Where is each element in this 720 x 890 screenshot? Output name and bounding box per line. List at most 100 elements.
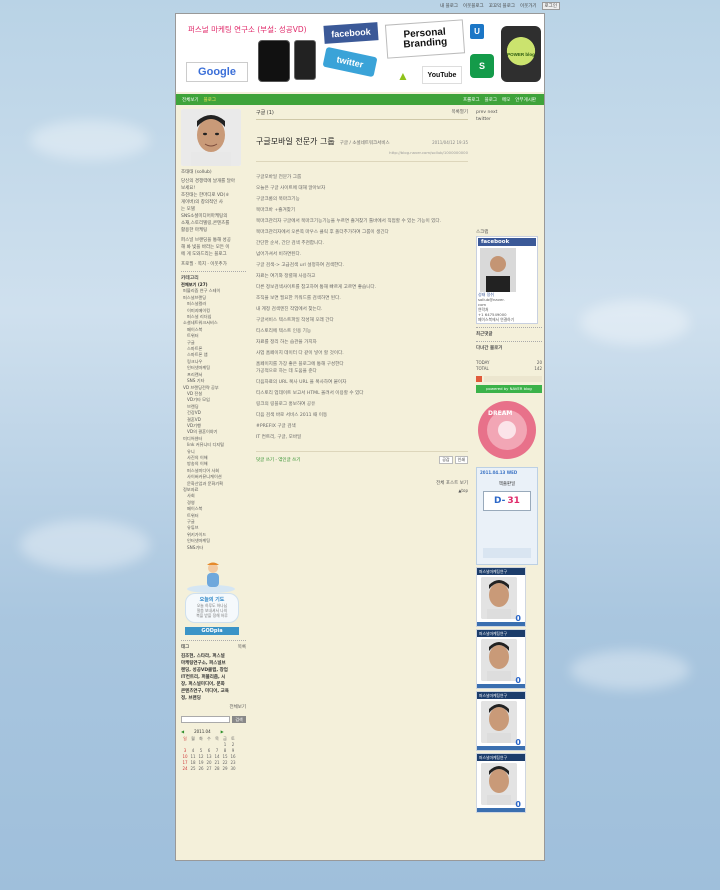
dream-widget: DREAM (476, 399, 538, 461)
dday-date: 2011.04.13 WED (480, 470, 518, 475)
post-paragraph: 내 계정 검색엔진 작업에서 찾는다. (256, 307, 323, 312)
login-button[interactable]: 로그인 (541, 1, 560, 10)
nav-blog[interactable]: 블로그 (204, 97, 216, 103)
scrap-button[interactable]: 공감 (439, 456, 453, 464)
nav-memo[interactable]: 메모 (502, 97, 510, 103)
nav-blog-right[interactable]: 블로그 (485, 97, 497, 103)
total-count: 142 (534, 366, 542, 371)
prayer-widget: 오늘의 기도 오늘 하루도 하나님 말씀 보내셔서 나의 복을 받을 정해 하루… (181, 559, 241, 637)
post-paragraph: 사업 홈페이지 데이터 다 같이 넣어 할 것이다. (256, 351, 344, 356)
dream-text: DREAM (488, 410, 512, 417)
post-title: 구글모바일 전문가 그룹 (256, 137, 335, 146)
personal-marketing-banner[interactable]: 퍼스널마케팅연구 0 (476, 753, 526, 813)
other-blog-link[interactable]: 꼬꼬익 블로그 (489, 3, 515, 9)
tag-line[interactable]: 마케팅연구소, 퍼스널브 (181, 660, 246, 667)
tags-more-link[interactable]: 목록 (238, 644, 246, 651)
facebook-badge-title[interactable]: facebook (478, 238, 536, 246)
main-content: 구글 (1) 목록열기 구글모바일 전문가 그룹 구글 / 소셜네트워크서비스 … (256, 109, 468, 493)
post-category[interactable]: 구글 (256, 110, 265, 116)
twitter-link[interactable]: twitter (476, 116, 542, 123)
nav-prologue[interactable]: 프롤로그 (463, 97, 480, 103)
personal-marketing-banner[interactable]: 퍼스널마케팅연구 0 (476, 691, 526, 751)
banner-photo (481, 577, 517, 619)
profile-name[interactable]: 조태태 (sollub) (181, 169, 246, 176)
facebook-meta[interactable]: 페이스북에서 연결하기 (478, 317, 536, 322)
blog-title[interactable]: 퍼스널 마케팅 연구소 (부설: 성공VD) (188, 24, 307, 35)
personal-marketing-banner[interactable]: 퍼스널마케팅연구 0 (476, 567, 526, 627)
calendar-prev-icon[interactable]: ◀ (181, 729, 184, 734)
calendar-date[interactable]: 24 (181, 766, 189, 772)
calendar-date[interactable]: 26 (197, 766, 205, 772)
prev-next[interactable]: prev next (476, 109, 542, 116)
android-logo: ▲ (394, 66, 412, 86)
calendar-date[interactable]: 25 (189, 766, 197, 772)
banner-footer (477, 684, 525, 688)
cloud (570, 650, 690, 690)
neighbor-blog-link[interactable]: 이웃블로그 (463, 3, 484, 9)
phone-image (294, 40, 316, 80)
search-input[interactable] (181, 716, 230, 724)
calendar-date[interactable]: 30 (229, 766, 237, 772)
neighbor-go-link[interactable]: 이웃가기 (520, 3, 537, 9)
stat-icons (476, 376, 542, 382)
banner-list: 퍼스널마케팅연구 0 퍼스널마케팅연구 0 퍼스널마케팅연구 0 퍼스널마케팅연구 0 (476, 567, 542, 813)
left-sidebar: 조태태 (sollub) 당신의 경쟁력에 날개를 달아 보세요! 조진태는 한… (181, 109, 246, 772)
top-utility-bar: 내 블로그 이웃블로그 꼬꼬익 블로그 이웃가기 로그인 (440, 1, 560, 10)
tag-line[interactable]: 장, 퍼스널미디어, 문화 (181, 681, 246, 688)
search-button[interactable]: 검색 (232, 716, 246, 724)
neighbors-title: 다녀간 블로거 (476, 346, 503, 351)
calendar-next-icon[interactable]: ▶ (221, 729, 224, 734)
view-all-posts-link[interactable]: 전체 포스트 보기 (256, 480, 468, 486)
nav-all-posts[interactable]: 전체보기 (182, 97, 199, 103)
tag-line[interactable]: 정, 브랜딩 (181, 695, 246, 702)
calendar-date[interactable]: 28 (213, 766, 221, 772)
post-url[interactable]: http://blog.naver.com/sollub/1000000000 (256, 150, 468, 155)
bio-line: 에 게 도와드리는 블로그 (181, 252, 227, 257)
godpia-button[interactable]: GODpia (185, 627, 239, 636)
bio-line: 는 모델 (181, 207, 195, 212)
post-paragraph: 구글 검색-> 고급검색 url 설정하여 검색한다. (256, 263, 344, 268)
post-category-path[interactable]: 구글 / 소셜네트워크서비스 (340, 140, 390, 146)
comment-link[interactable]: 덧글 쓰기 (256, 458, 274, 463)
nav-guestbook[interactable]: 안부게시판 (515, 97, 536, 103)
bio-line: 활용한 마케팅 (181, 228, 208, 233)
tags-title: 태그 (181, 645, 190, 651)
bio-line: 해 봐 빛을 바라는 모든 이 (181, 245, 230, 250)
tag-line[interactable]: 김조현, 스타라, 퍼스널 (181, 653, 246, 660)
cloud (20, 520, 150, 570)
banner-footer (477, 622, 525, 626)
tag-line[interactable]: IT컨트리, 퍼블리즘, 시 (181, 674, 246, 681)
category-list: 전체보기 (27) 퍼블리즘 연구 스테이 퍼스널브랜딩 퍼스널컬러 이미지메이킹 퍼스널… (181, 282, 246, 551)
post-paragraph: 자료를 정리 하는 습관을 가지자 (256, 340, 317, 345)
post-date: 2011/04/12 19:35 (432, 140, 468, 145)
dday-widget: 2011.04.13 WED 책출판일 D- 31 (476, 467, 538, 565)
rss-icon[interactable] (476, 376, 482, 382)
banner-footer (477, 808, 525, 812)
blog-nav: 전체보기 블로그 프롤로그 블로그 메모 안부게시판 (176, 94, 544, 105)
post-category-count: (1) (266, 110, 274, 116)
my-blog-link[interactable]: 내 블로그 (440, 3, 458, 9)
total-label: TOTAL (476, 366, 489, 371)
post-paragraph: 북마크바 +즐겨찾기 (256, 208, 296, 213)
tag-line[interactable]: 랜딩, 성공VD클럽, 창업 (181, 667, 246, 674)
profile-links[interactable]: 프로필 · 쪽지 · 이웃추가 (181, 261, 246, 268)
powered-by-naver-badge[interactable]: powered by NAVER blog (476, 385, 542, 393)
calendar-date[interactable]: 29 (221, 766, 229, 772)
calendar-date[interactable]: 27 (205, 766, 213, 772)
divider (181, 640, 246, 642)
scrap-label: 스크랩 (476, 230, 489, 235)
prayer-line: 복을 받을 정해 하루 (196, 613, 228, 619)
category-title: 카테고리 (181, 276, 199, 281)
personal-marketing-banner[interactable]: 퍼스널마케팅연구 0 (476, 629, 526, 689)
category-item[interactable]: SNS기타 (181, 545, 246, 551)
banner-header: 퍼스널마케팅연구 (477, 692, 525, 699)
dday-label: D- (494, 496, 506, 506)
tags-all-link[interactable]: 전체보기 (181, 704, 246, 711)
top-link[interactable]: ▲top (256, 488, 468, 493)
phone-image (258, 40, 290, 82)
trackback-link[interactable]: 엮인글 쓰기 (278, 458, 300, 463)
print-button[interactable]: 인쇄 (454, 456, 468, 464)
post-paragraph: 조직을 보면 필요한 키워드를 검색하면 된다. (256, 296, 341, 301)
tag-line[interactable]: 콘텐츠연구, 미디어, 교육 (181, 688, 246, 695)
list-open-button[interactable]: 목록열기 (451, 109, 468, 116)
